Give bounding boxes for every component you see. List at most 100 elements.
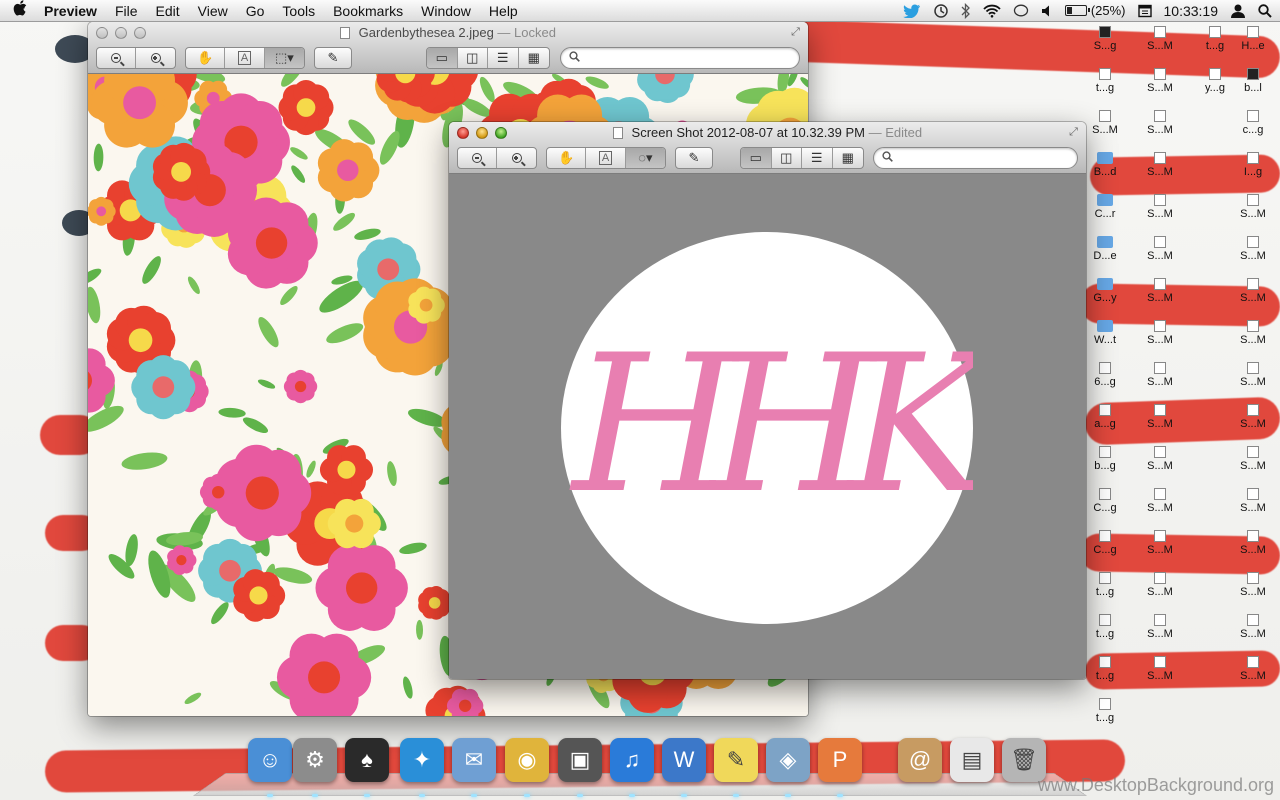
desktop-icon[interactable]: I...g xyxy=(1228,152,1278,178)
menu-view[interactable]: View xyxy=(189,0,237,22)
desktop-icon[interactable]: S...M xyxy=(1228,320,1278,346)
desktop-icon[interactable]: t...g xyxy=(1080,572,1130,598)
text-tool-icon[interactable]: A xyxy=(586,148,626,168)
desktop-icon[interactable]: W...t xyxy=(1080,320,1130,346)
menu-app-name[interactable]: Preview xyxy=(40,0,106,22)
annotate-pencil-icon[interactable]: ✎ xyxy=(676,148,712,168)
document-proxy-icon[interactable] xyxy=(612,127,623,139)
image-canvas[interactable]: HHK xyxy=(449,174,1086,679)
desktop-icon[interactable]: S...M xyxy=(1135,530,1185,556)
user-icon[interactable] xyxy=(1230,3,1246,19)
view-content-only-icon[interactable]: ▭ xyxy=(427,48,458,68)
wifi-icon[interactable] xyxy=(983,4,1001,18)
document-dock-icon[interactable]: ▤ xyxy=(950,738,994,782)
menu-bookmarks[interactable]: Bookmarks xyxy=(324,0,412,22)
fullscreen-icon[interactable]: ⤢ xyxy=(1067,126,1080,139)
desktop-icon[interactable]: S...M xyxy=(1135,446,1185,472)
desktop-icon[interactable]: S...M xyxy=(1228,656,1278,682)
desktop-icon[interactable]: S...M xyxy=(1228,362,1278,388)
system-preferences-dock-icon[interactable]: ⚙ xyxy=(293,738,337,782)
address-book-dock-icon[interactable]: @ xyxy=(898,738,942,782)
view-contact-sheet-icon[interactable]: ▦ xyxy=(519,48,549,68)
search-input[interactable] xyxy=(897,151,1063,165)
desktop-icon[interactable]: S...M xyxy=(1135,320,1185,346)
desktop-icon[interactable]: C...g xyxy=(1080,488,1130,514)
zoom-out-button[interactable] xyxy=(458,148,498,168)
desktop-icon[interactable]: b...g xyxy=(1080,446,1130,472)
word-dock-icon[interactable]: W xyxy=(662,738,706,782)
annotate-pencil-icon[interactable]: ✎ xyxy=(315,48,351,68)
zoom-in-button[interactable] xyxy=(497,148,536,168)
close-button[interactable] xyxy=(96,27,108,39)
preview-window-monogram[interactable]: Screen Shot 2012-08-07 at 10.32.39 PM — … xyxy=(449,122,1086,679)
desktop-icon[interactable]: S...M xyxy=(1135,278,1185,304)
desktop-icon[interactable]: S...M xyxy=(1135,26,1185,52)
iphoto-dock-icon[interactable]: ▣ xyxy=(558,738,602,782)
desktop-icon[interactable]: C...r xyxy=(1080,194,1130,220)
close-button[interactable] xyxy=(457,127,469,139)
desktop-icon[interactable]: D...e xyxy=(1080,236,1130,262)
desktop-icon[interactable]: S...M xyxy=(1228,194,1278,220)
desktop-icon[interactable]: S...M xyxy=(1135,572,1185,598)
zoom-out-button[interactable] xyxy=(97,48,137,68)
desktop-icon[interactable]: b...l xyxy=(1228,68,1278,94)
view-thumbnails-icon[interactable]: ◫ xyxy=(772,148,802,168)
menu-window[interactable]: Window xyxy=(412,0,480,22)
desktop-icon[interactable]: S...M xyxy=(1135,236,1185,262)
view-toc-icon[interactable]: ☰ xyxy=(488,48,519,68)
zoom-in-button[interactable] xyxy=(136,48,175,68)
menu-file[interactable]: File xyxy=(106,0,147,22)
itunes-dock-icon[interactable]: ♫ xyxy=(610,738,654,782)
bluetooth-icon[interactable] xyxy=(961,2,971,19)
desktop-icon[interactable]: t...g xyxy=(1080,614,1130,640)
battery-status[interactable]: (25%) xyxy=(1064,3,1126,18)
apple-menu-icon[interactable] xyxy=(0,0,40,21)
view-contact-sheet-icon[interactable]: ▦ xyxy=(833,148,863,168)
desktop-icon[interactable]: S...M xyxy=(1228,404,1278,430)
desktop-icon[interactable]: S...M xyxy=(1135,110,1185,136)
hand-tool-icon[interactable]: ✋ xyxy=(186,48,226,68)
desktop-icon[interactable]: G...y xyxy=(1080,278,1130,304)
desktop-icon[interactable]: a...g xyxy=(1080,404,1130,430)
stickies-dock-icon[interactable]: ✎ xyxy=(714,738,758,782)
desktop-icon[interactable]: S...M xyxy=(1135,68,1185,94)
minimize-button[interactable] xyxy=(115,27,127,39)
search-input[interactable] xyxy=(584,51,780,65)
zoom-button[interactable] xyxy=(495,127,507,139)
zoom-button[interactable] xyxy=(134,27,146,39)
desktop-icon[interactable]: S...M xyxy=(1080,110,1130,136)
menubar-clock[interactable]: 10:33:19 xyxy=(1164,3,1219,19)
skull-app-dock-icon[interactable]: ♠ xyxy=(345,738,389,782)
menu-edit[interactable]: Edit xyxy=(147,0,189,22)
desktop-icon[interactable]: H...e xyxy=(1228,26,1278,52)
desktop-icon[interactable]: S...M xyxy=(1228,236,1278,262)
view-content-only-icon[interactable]: ▭ xyxy=(741,148,772,168)
desktop-icon[interactable]: S...M xyxy=(1228,446,1278,472)
desktop-icon[interactable]: S...M xyxy=(1135,488,1185,514)
search-field[interactable] xyxy=(560,47,800,69)
desktop-icon[interactable]: S...M xyxy=(1228,488,1278,514)
menu-tools[interactable]: Tools xyxy=(273,0,324,22)
desktop-icon[interactable]: C...g xyxy=(1080,530,1130,556)
fullscreen-icon[interactable]: ⤢ xyxy=(789,26,802,39)
twitter-dock-icon[interactable]: ✦ xyxy=(400,738,444,782)
desktop-icon[interactable]: S...M xyxy=(1135,656,1185,682)
search-field[interactable] xyxy=(873,147,1078,169)
window-titlebar[interactable]: Gardenbythesea 2.jpeg — Locked ⤢ xyxy=(88,22,808,44)
mail-dock-icon[interactable]: ✉ xyxy=(452,738,496,782)
menu-help[interactable]: Help xyxy=(480,0,527,22)
rect-select-icon[interactable]: ⬚▾ xyxy=(264,48,304,68)
desktop-icon[interactable]: S...M xyxy=(1228,572,1278,598)
desktop-icon[interactable]: S...M xyxy=(1135,614,1185,640)
window-titlebar[interactable]: Screen Shot 2012-08-07 at 10.32.39 PM — … xyxy=(449,122,1086,144)
desktop-icon[interactable]: B...d xyxy=(1080,152,1130,178)
hand-tool-icon[interactable]: ✋ xyxy=(547,148,587,168)
view-toc-icon[interactable]: ☰ xyxy=(802,148,833,168)
elliptical-select-icon[interactable]: ◌▾ xyxy=(625,148,665,168)
desktop-icon[interactable]: S...M xyxy=(1228,530,1278,556)
desktop-icon[interactable]: S...M xyxy=(1135,194,1185,220)
menu-go[interactable]: Go xyxy=(237,0,274,22)
desktop-icon[interactable]: S...M xyxy=(1135,152,1185,178)
minimize-button[interactable] xyxy=(476,127,488,139)
desktop-icon[interactable]: c...g xyxy=(1228,110,1278,136)
